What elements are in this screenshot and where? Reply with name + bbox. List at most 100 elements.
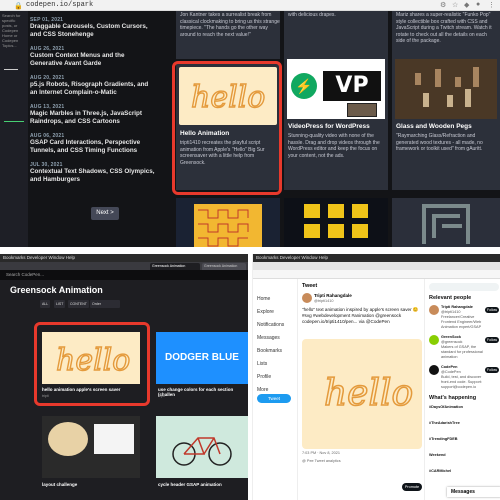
- changelog-item[interactable]: JUL 30, 2021 Contextual Text Shadows, CSS…: [30, 162, 155, 184]
- tab-greensock-2[interactable]: Greensock Animation: [202, 263, 246, 270]
- pen-title[interactable]: layout challenge: [42, 482, 77, 487]
- nav-item-notifications[interactable]: Notifications: [257, 322, 284, 328]
- page-title: Greensock Animation: [10, 285, 103, 295]
- highlight-box: [172, 61, 282, 195]
- changelog-item[interactable]: AUG 06, 2021 GSAP Card Interactions, Pers…: [30, 133, 155, 155]
- card-squares[interactable]: [284, 198, 388, 247]
- url-text[interactable]: codepen.io/spark: [26, 1, 93, 9]
- nav-item-explore[interactable]: Explore: [257, 309, 274, 315]
- laptop-image: [347, 103, 377, 117]
- nav-item-bookmarks[interactable]: Bookmarks: [257, 348, 282, 354]
- browser-url-bar[interactable]: 🔒 codepen.io/spark ⚙ ☆ ◆ ● ⋮: [0, 0, 500, 11]
- order-select[interactable]: Order: [90, 300, 120, 308]
- videopress-preview[interactable]: ⚡ VP: [287, 59, 385, 119]
- author-handle[interactable]: @tripti1410: [314, 299, 333, 303]
- tab-greensock[interactable]: Greensock Animation: [150, 263, 200, 270]
- pegs-preview[interactable]: [395, 59, 497, 119]
- changelog-title[interactable]: Custom Context Menus and the Generative …: [30, 52, 155, 68]
- twitter-screenshot: Bookmarks Developer Window Help Home Expl…: [252, 254, 500, 500]
- avatar[interactable]: [429, 365, 439, 375]
- sidebar-divider: [4, 69, 18, 70]
- maze-graphic: [422, 204, 470, 244]
- menu-icon[interactable]: ⋮: [488, 1, 495, 9]
- nav-item-lists[interactable]: Lists: [257, 361, 267, 367]
- trend-item[interactable]: #CARMichel: [429, 469, 451, 474]
- card-description: Stunning-quality video with none of the …: [288, 133, 380, 159]
- sidebar-text: Search for specific posts, or Codepen Ho…: [2, 13, 21, 48]
- follow-button[interactable]: Follow: [485, 337, 499, 343]
- follow-button[interactable]: Follow: [485, 367, 499, 373]
- search-input[interactable]: [429, 283, 499, 291]
- highlight-box: [34, 322, 150, 406]
- collection-toolbar: ALL LIST CONTENT Order: [10, 300, 246, 309]
- tweet-analytics[interactable]: @ Pee Tweet analytics: [302, 459, 341, 463]
- nav-item-more[interactable]: More: [257, 387, 268, 393]
- bicycle-icon: [172, 437, 232, 466]
- cycle-preview[interactable]: [156, 416, 248, 478]
- messages-drawer[interactable]: Messages: [447, 487, 500, 497]
- trend-item[interactable]: Weekend: [429, 453, 446, 458]
- vp-logo: VP: [323, 71, 381, 101]
- tweet-text: "hello" text animation inspired by apple…: [302, 307, 419, 324]
- changelog-title[interactable]: Contextual Text Shadows, CSS Olympics, a…: [30, 168, 155, 184]
- card-maze[interactable]: [392, 198, 500, 247]
- pen-title[interactable]: use change colors for each section (chal…: [158, 387, 248, 397]
- changelog-title[interactable]: p5.js Robots, Risograph Gradients, and a…: [30, 81, 155, 97]
- relevant-header: Relevant people: [429, 295, 472, 301]
- changelog-title[interactable]: Magic Marbles in Three.js, JavaScript Ra…: [30, 110, 155, 126]
- filter-all[interactable]: ALL: [40, 300, 51, 308]
- trend-item[interactable]: #TrendingFDEB: [429, 437, 457, 442]
- changelog-item[interactable]: AUG 26, 2021 Custom Context Menus and the…: [30, 46, 155, 68]
- filter-list[interactable]: LIST: [54, 300, 66, 308]
- avatar[interactable]: [429, 335, 439, 345]
- changelog-item[interactable]: AUG 13, 2021 Magic Marbles in Three.js, J…: [30, 104, 155, 126]
- card-title[interactable]: VideoPress for WordPress: [288, 123, 370, 130]
- star-icon[interactable]: ☆: [452, 1, 458, 9]
- nav-item-messages[interactable]: Messages: [257, 335, 280, 341]
- card-clock[interactable]: Jon Kantner takes a surrealist break fro…: [176, 11, 280, 59]
- pen-tile-dodger-blue[interactable]: DODGER BLUE use change colors for each s…: [156, 326, 248, 402]
- card-glass-pegs[interactable]: Glass and Wooden Pegs "Raymarching Glass…: [392, 56, 500, 190]
- layout-preview[interactable]: [42, 416, 140, 478]
- pen-title[interactable]: cycle header GSAP animation: [158, 482, 222, 487]
- codepen-header: Search CodePen...: [0, 270, 248, 280]
- card-pattern[interactable]: [176, 198, 280, 247]
- avatar[interactable]: [302, 293, 312, 303]
- codepen-collection-screenshot: Bookmarks Developer Window Help Greensoc…: [0, 254, 248, 500]
- changelog-title[interactable]: Draggable Carousels, Custom Cursors, and…: [30, 23, 155, 39]
- changelog-title[interactable]: GSAP Card Interactions, Perspective Tunn…: [30, 139, 155, 155]
- author-name[interactable]: Tripti Rahangdale: [314, 293, 352, 298]
- card-drapes[interactable]: with delicious drapes.: [284, 11, 388, 59]
- nav-item-home[interactable]: Home: [257, 296, 270, 302]
- tweet-header: Tweet: [302, 283, 318, 289]
- promote-button[interactable]: Promote: [402, 483, 422, 491]
- avatar[interactable]: [429, 305, 439, 315]
- tweet-button[interactable]: Tweet: [257, 394, 291, 403]
- profile-icon[interactable]: ●: [476, 1, 480, 8]
- follow-button[interactable]: Follow: [485, 307, 499, 313]
- trend-item[interactable]: #TheAdarishTree: [429, 421, 460, 426]
- card-videopress[interactable]: ⚡ VP VideoPress for WordPress Stunning-q…: [284, 56, 388, 190]
- card-description: with delicious drapes.: [288, 12, 336, 18]
- changelog-item[interactable]: AUG 20, 2021 p5.js Robots, Risograph Grad…: [30, 75, 155, 97]
- trend-item[interactable]: #DaysOfAnimation: [429, 405, 463, 410]
- pen-author[interactable]: tripti: [158, 394, 165, 398]
- card-title[interactable]: Glass and Wooden Pegs: [396, 123, 472, 130]
- changelog-item[interactable]: SEP 01, 2021 Draggable Carousels, Custom …: [30, 17, 155, 39]
- puzzle-icon[interactable]: ◆: [464, 1, 469, 9]
- next-button[interactable]: Next >: [91, 207, 119, 220]
- filter-content[interactable]: CONTENT: [68, 300, 89, 308]
- nav-item-profile[interactable]: Profile: [257, 374, 271, 380]
- tweet-media[interactable]: hello: [302, 339, 422, 449]
- extension-icon[interactable]: ⚙: [440, 1, 446, 9]
- card-description: Mariz shares a super-realistic "Funko Po…: [396, 12, 492, 44]
- lock-icon: 🔒: [14, 3, 23, 10]
- svg-text:hello: hello: [324, 373, 413, 414]
- hello-script-graphic: hello: [323, 372, 414, 415]
- pen-tile-layout[interactable]: layout challenge: [38, 414, 144, 500]
- search-input[interactable]: Search CodePen...: [6, 272, 44, 277]
- pen-tile-cycle[interactable]: cycle header GSAP animation: [156, 414, 248, 500]
- food-image: [48, 422, 88, 456]
- dodger-preview[interactable]: DODGER BLUE: [156, 332, 248, 384]
- browser-url-bar[interactable]: [253, 270, 500, 279]
